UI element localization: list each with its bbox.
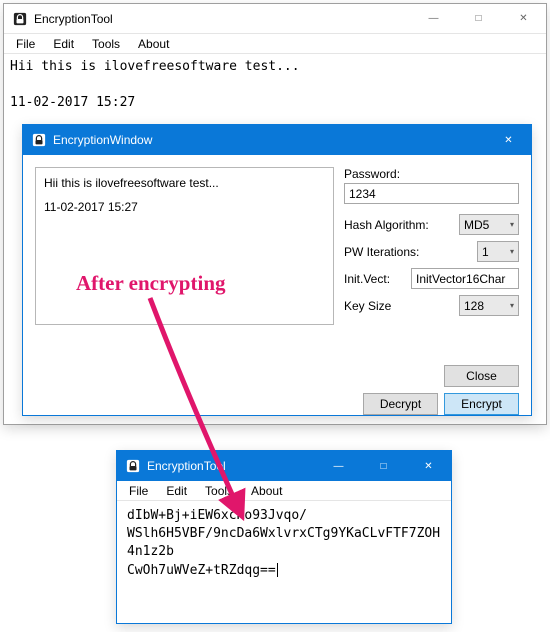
password-input[interactable]	[344, 183, 519, 204]
decrypt-button[interactable]: Decrypt	[363, 393, 438, 415]
minimize-button[interactable]: —	[411, 4, 456, 34]
encryption-window: EncryptionWindow ✕ Hii this is ilovefree…	[22, 124, 532, 416]
text-cursor	[277, 563, 278, 577]
menu-tools[interactable]: Tools	[84, 35, 128, 53]
result-window: EncryptionTool — □ ✕ File Edit Tools Abo…	[116, 450, 452, 624]
res-title: EncryptionTool	[147, 459, 226, 473]
close-button[interactable]: Close	[444, 365, 519, 387]
menu-about[interactable]: About	[130, 35, 177, 53]
hash-label: Hash Algorithm:	[344, 218, 429, 232]
enc-titlebar: EncryptionWindow ✕	[23, 125, 531, 155]
ciphertext-text: dIbW+Bj+iEW6xcKo93Jvqo/ WSlh6H5VBF/9ncDa…	[127, 508, 440, 578]
enc-title: EncryptionWindow	[53, 133, 152, 147]
password-label: Password:	[344, 167, 400, 181]
main-text-line1: Hii this is ilovefreesoftware test...	[10, 59, 300, 74]
res-menubar: File Edit Tools About	[117, 481, 451, 501]
button-row: Close Decrypt Encrypt	[35, 365, 519, 415]
main-titlebar: EncryptionTool — □ ✕	[4, 4, 546, 34]
main-content[interactable]: Hii this is ilovefreesoftware test... 11…	[4, 54, 546, 117]
main-window: EncryptionTool — □ ✕ File Edit Tools Abo…	[3, 3, 547, 425]
menu-edit[interactable]: Edit	[45, 35, 82, 53]
res-menu-edit[interactable]: Edit	[158, 482, 195, 500]
pw-iter-select[interactable]: 1 ▾	[477, 241, 519, 262]
key-size-value: 128	[464, 299, 484, 313]
hash-select[interactable]: MD5 ▾	[459, 214, 519, 235]
res-minimize-button[interactable]: —	[316, 451, 361, 481]
settings-panel: Password: Hash Algorithm: MD5 ▾ PW Itera…	[344, 167, 519, 325]
iv-label: Init.Vect:	[344, 272, 390, 286]
enc-close-button[interactable]: ✕	[486, 125, 531, 155]
plaintext-line2: 11-02-2017 15:27	[44, 198, 325, 216]
pw-iter-value: 1	[482, 245, 489, 259]
main-title: EncryptionTool	[34, 12, 113, 26]
res-maximize-button[interactable]: □	[361, 451, 406, 481]
chevron-down-icon: ▾	[510, 247, 514, 256]
lock-icon	[125, 458, 141, 474]
chevron-down-icon: ▾	[510, 220, 514, 229]
res-content[interactable]: dIbW+Bj+iEW6xcKo93Jvqo/ WSlh6H5VBF/9ncDa…	[117, 501, 451, 586]
close-button[interactable]: ✕	[501, 4, 546, 34]
maximize-button[interactable]: □	[456, 4, 501, 34]
plaintext-line1: Hii this is ilovefreesoftware test...	[44, 174, 325, 192]
res-menu-file[interactable]: File	[121, 482, 156, 500]
key-size-label: Key Size	[344, 299, 391, 313]
menu-file[interactable]: File	[8, 35, 43, 53]
res-titlebar: EncryptionTool — □ ✕	[117, 451, 451, 481]
lock-icon	[12, 11, 28, 27]
encrypt-button[interactable]: Encrypt	[444, 393, 519, 415]
main-text-line2: 11-02-2017 15:27	[10, 95, 135, 110]
pw-iter-label: PW Iterations:	[344, 245, 419, 259]
lock-icon	[31, 132, 47, 148]
res-close-button[interactable]: ✕	[406, 451, 451, 481]
hash-value: MD5	[464, 218, 489, 232]
chevron-down-icon: ▾	[510, 301, 514, 310]
res-menu-about[interactable]: About	[243, 482, 290, 500]
main-menubar: File Edit Tools About	[4, 34, 546, 54]
plaintext-textarea[interactable]: Hii this is ilovefreesoftware test... 11…	[35, 167, 334, 325]
key-size-select[interactable]: 128 ▾	[459, 295, 519, 316]
res-menu-tools[interactable]: Tools	[197, 482, 241, 500]
iv-input[interactable]	[411, 268, 519, 289]
